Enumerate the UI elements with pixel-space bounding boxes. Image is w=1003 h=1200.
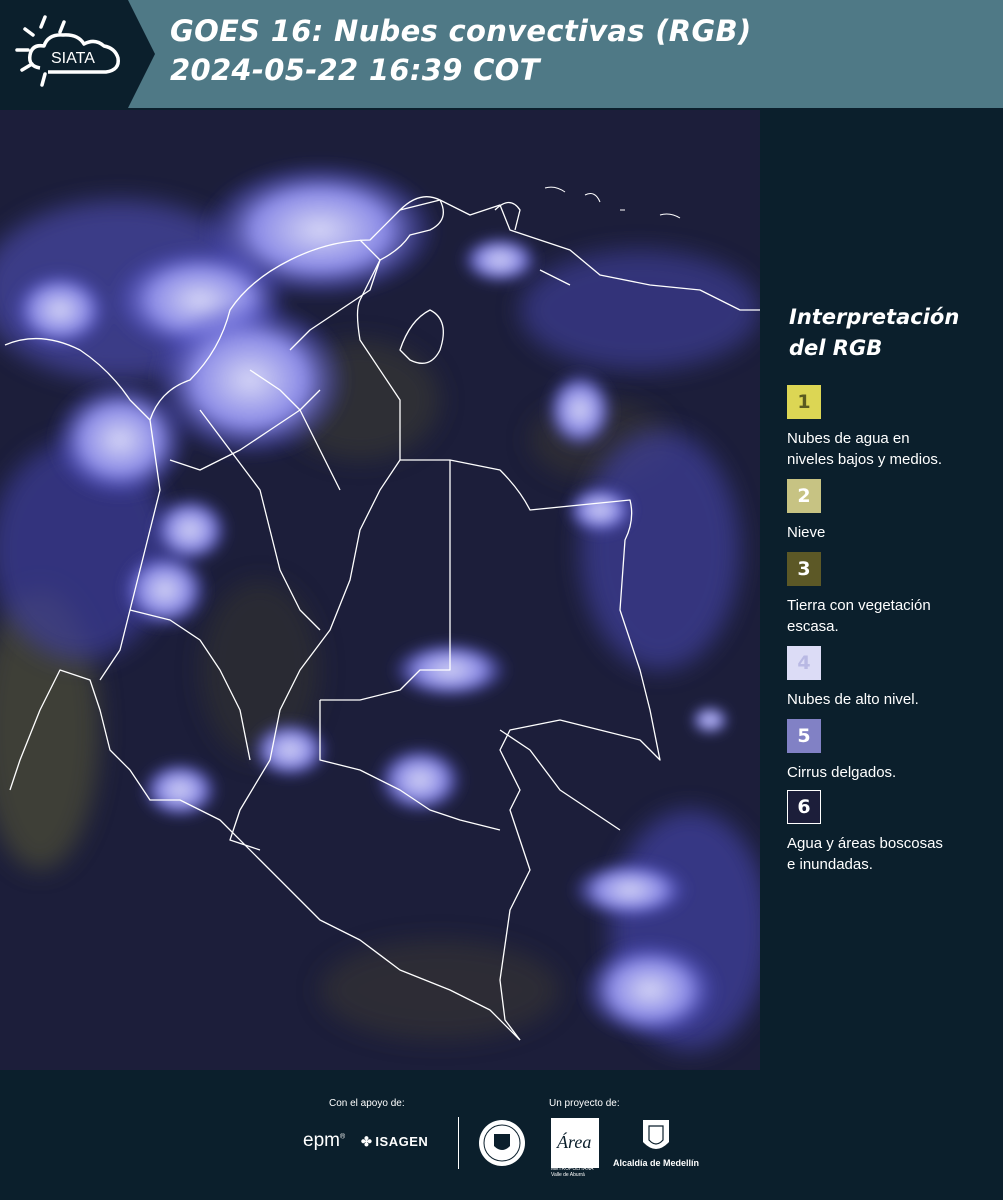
legend-label: Nieve: [787, 522, 997, 543]
legend-label: Nubes de agua en niveles bajos y medios.: [787, 428, 997, 470]
legend-swatch: 4: [787, 646, 821, 680]
legend-item-2: 2 Nieve: [787, 479, 997, 543]
legend-label-line1: Nieve: [787, 524, 826, 541]
legend-item-1: 1 Nubes de agua en niveles bajos y medio…: [787, 385, 997, 470]
legend-label-line1: Nubes de agua en: [787, 430, 910, 447]
legend-label-line2: e inundadas.: [787, 856, 873, 873]
rgb-satellite-image: [0, 110, 760, 1070]
legend-label-line1: Cirrus delgados.: [787, 764, 897, 781]
legend-item-5: 5 Cirrus delgados.: [787, 719, 997, 783]
legend-label-line1: Nubes de alto nivel.: [787, 691, 919, 708]
epm-logo-text: epm: [303, 1130, 340, 1151]
medellin-seal-icon: [479, 1120, 525, 1166]
legend-label-line2: niveles bajos y medios.: [787, 451, 943, 468]
legend-panel: Interpretación del RGB 1 Nubes de agua e…: [762, 110, 1003, 1070]
legend-label: Tierra con vegetación escasa.: [787, 595, 997, 637]
legend-swatch: 3: [787, 552, 821, 586]
area-metropolitana-logo: Área: [551, 1118, 599, 1168]
legend-label-line1: Tierra con vegetación: [787, 597, 931, 614]
satellite-map: [0, 110, 760, 1070]
isagen-logo: ✤ ISAGEN: [361, 1134, 428, 1150]
legend-swatch: 5: [787, 719, 821, 753]
svg-text:Área: Área: [556, 1131, 591, 1152]
area-metropolitana-caption: METROPOLITANA Valle de Aburrá: [551, 1166, 593, 1178]
legend-item-3: 3 Tierra con vegetación escasa.: [787, 552, 997, 637]
legend-title-line2: del RGB: [789, 336, 883, 360]
legend-label: Nubes de alto nivel.: [787, 689, 997, 710]
isagen-logo-text: ISAGEN: [375, 1134, 429, 1149]
logo-text: SIATA: [51, 50, 95, 67]
legend-item-4: 4 Nubes de alto nivel.: [787, 646, 997, 710]
legend-swatch: 6: [787, 790, 821, 824]
project-label: Un proyecto de:: [549, 1098, 620, 1109]
area-caption-line2: Valle de Aburrá: [551, 1172, 585, 1178]
legend-title: Interpretación del RGB: [789, 302, 959, 364]
legend-label: Cirrus delgados.: [787, 762, 997, 783]
epm-logo: epm®: [303, 1130, 346, 1151]
legend-label-line2: escasa.: [787, 618, 839, 635]
page-title: GOES 16: Nubes convectivas (RGB): [170, 14, 752, 48]
footer-divider: [458, 1117, 459, 1169]
footer: Con el apoyo de: Un proyecto de: epm® ✤ I…: [0, 1070, 1003, 1200]
legend-label: Agua y áreas boscosas e inundadas.: [787, 833, 997, 875]
page-timestamp: 2024-05-22 16:39 COT: [170, 53, 540, 87]
alcaldia-shield-icon: [643, 1120, 669, 1149]
isagen-icon: ✤: [361, 1134, 373, 1149]
legend-swatch: 1: [787, 385, 821, 419]
support-label: Con el apoyo de:: [329, 1098, 405, 1109]
header-bar: SIATA GOES 16: Nubes convectivas (RGB) 2…: [0, 0, 1003, 108]
legend-label-line1: Agua y áreas boscosas: [787, 835, 943, 852]
legend-swatch: 2: [787, 479, 821, 513]
legend-item-6: 6 Agua y áreas boscosas e inundadas.: [787, 790, 997, 875]
legend-title-line1: Interpretación: [789, 305, 960, 329]
alcaldia-label: Alcaldía de Medellín: [613, 1158, 700, 1168]
siata-logo: SIATA: [0, 0, 155, 108]
